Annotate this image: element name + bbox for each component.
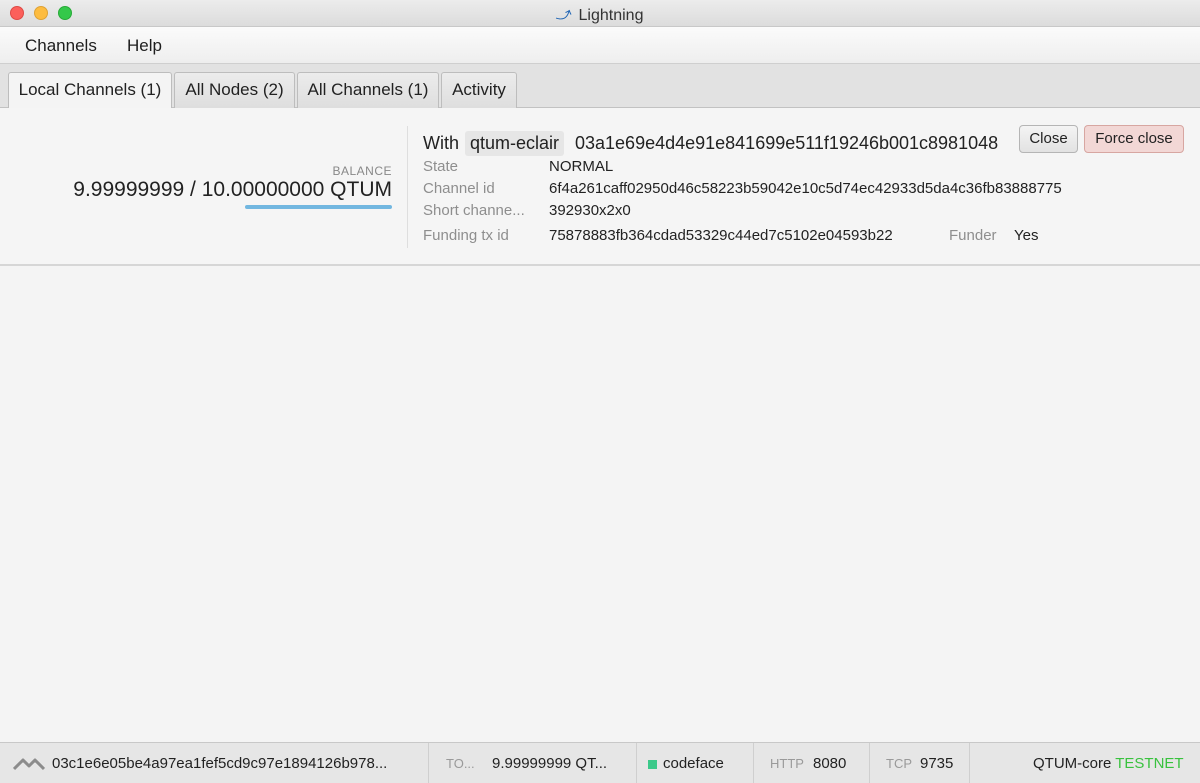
status-divider — [636, 743, 637, 783]
connection-icon — [12, 755, 46, 778]
close-channel-button[interactable]: Close — [1019, 125, 1078, 153]
status-http-port: 8080 — [813, 755, 847, 772]
channel-id-value: 6f4a261caff02950d46c58223b59042e10c5d74e… — [549, 180, 1062, 197]
balance-value: 9.99999999 / 10.00000000 QTUM — [73, 178, 392, 201]
status-backend: QTUM-core TESTNET — [1033, 755, 1184, 772]
status-divider — [428, 743, 429, 783]
app-lightning-icon: ⤴ — [554, 5, 573, 25]
short-channel-id-label: Short channe... — [423, 202, 525, 219]
funding-tx-value: 75878883fb364cdad53329c44ed7c5102e04593b… — [549, 227, 893, 244]
short-channel-id-value: 392930x2x0 — [549, 202, 631, 219]
tab-activity[interactable]: Activity — [441, 72, 517, 108]
menu-bar: Channels Help — [0, 27, 1200, 64]
menu-channels[interactable]: Channels — [25, 36, 97, 56]
status-bar: 03c1e6e05be4a97ea1fef5cd9c97e1894126b978… — [0, 742, 1200, 783]
status-network: TESTNET — [1115, 755, 1184, 772]
balance-label: BALANCE — [332, 164, 392, 178]
status-tcp-label: TCP — [886, 756, 912, 771]
tab-all-channels[interactable]: All Channels (1) — [297, 72, 439, 108]
with-label: With — [423, 133, 459, 153]
status-alias: codeface — [663, 755, 724, 772]
node-alias-badge: qtum-eclair — [465, 131, 565, 156]
status-backend-name: QTUM-core — [1033, 755, 1112, 772]
channel-id-label: Channel id — [423, 180, 495, 197]
tab-all-nodes[interactable]: All Nodes (2) — [174, 72, 295, 108]
balance-bar — [245, 205, 392, 209]
menu-help[interactable]: Help — [127, 36, 162, 56]
tab-local-channels[interactable]: Local Channels (1) — [8, 72, 172, 109]
status-total-value: 9.99999999 QT... — [492, 755, 608, 772]
channel-card: BALANCE 9.99999999 / 10.00000000 QTUM Wi… — [0, 108, 1200, 266]
status-node-id: 03c1e6e05be4a97ea1fef5cd9c97e1894126b978… — [52, 755, 388, 772]
window-title-text: Lightning — [578, 7, 644, 24]
status-total-label: TO... — [446, 756, 475, 771]
status-tcp-port: 9735 — [920, 755, 954, 772]
funder-label: Funder — [949, 227, 997, 244]
status-indicator-icon — [648, 760, 657, 769]
status-divider — [869, 743, 870, 783]
tab-bar: Local Channels (1) All Nodes (2) All Cha… — [0, 64, 1200, 109]
state-label: State — [423, 158, 459, 175]
title-bar: ⤴ Lightning — [0, 0, 1200, 27]
status-http-label: HTTP — [770, 756, 804, 771]
window-title: ⤴ Lightning — [0, 5, 1200, 25]
node-id: 03a1e69e4d4e91e841699e511f19246b001c8981… — [575, 133, 999, 153]
card-divider — [407, 126, 408, 248]
state-value: NORMAL — [549, 158, 614, 175]
funder-value: Yes — [1014, 227, 1039, 244]
force-close-button[interactable]: Force close — [1084, 125, 1184, 153]
status-divider — [969, 743, 970, 783]
status-divider — [753, 743, 754, 783]
funding-tx-label: Funding tx id — [423, 227, 509, 244]
